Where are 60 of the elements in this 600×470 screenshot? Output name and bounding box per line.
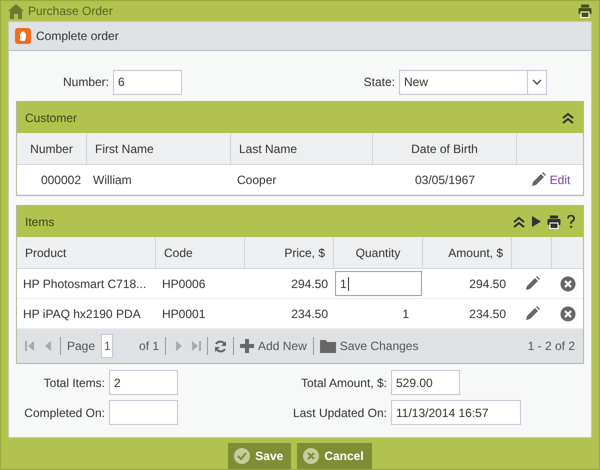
page-label: Page xyxy=(67,339,96,353)
plus-icon xyxy=(240,339,254,353)
quantity-field[interactable]: 1 xyxy=(335,271,422,296)
number-field[interactable]: 6 xyxy=(113,70,182,94)
window-title: Purchase Order xyxy=(28,4,114,18)
column-header[interactable]: Date of Birth xyxy=(373,133,517,165)
column-header[interactable]: Amount, $ xyxy=(423,237,512,269)
add-new-button[interactable]: Add New xyxy=(240,339,307,353)
collapse-icon[interactable] xyxy=(561,112,575,124)
pencil-icon[interactable] xyxy=(530,172,546,188)
save-button[interactable]: Save xyxy=(228,443,292,469)
total-field[interactable]: 11/13/2014 16:57 xyxy=(391,400,521,425)
section-title: Customer xyxy=(25,110,78,124)
table-cell: 294.50 xyxy=(245,269,334,299)
close-icon xyxy=(303,448,320,464)
state-dropdown[interactable]: New xyxy=(399,70,547,94)
column-header[interactable]: Code xyxy=(156,237,245,269)
chevron-down-icon xyxy=(532,79,542,85)
refresh-icon[interactable] xyxy=(214,340,228,352)
delete-icon[interactable] xyxy=(560,306,576,322)
pencil-icon[interactable] xyxy=(524,306,540,322)
play-icon[interactable] xyxy=(532,216,541,227)
print-icon[interactable] xyxy=(578,4,592,18)
table-cell: 294.50 xyxy=(423,269,512,299)
field-label: Total Items: xyxy=(42,376,106,390)
total-field[interactable]: 529.00 xyxy=(391,370,460,395)
print-icon[interactable] xyxy=(547,214,561,228)
page-field[interactable]: 1 xyxy=(101,334,114,358)
check-icon xyxy=(234,448,250,464)
table-cell: Cooper xyxy=(231,165,373,195)
save-changes-button[interactable]: Save Changes xyxy=(320,339,418,353)
cancel-button[interactable]: Cancel xyxy=(297,443,372,469)
pager-summary: 1 - 2 of 2 xyxy=(528,339,575,353)
column-header[interactable]: Number xyxy=(17,133,87,165)
field-label: Completed On: xyxy=(23,406,106,420)
summary-field[interactable]: 2 xyxy=(109,370,178,395)
collapse-icon[interactable] xyxy=(512,216,526,228)
complete-order-action[interactable]: Complete order xyxy=(36,29,119,43)
table-cell: William xyxy=(87,165,231,195)
table-cell: 03/05/1967 xyxy=(373,165,517,195)
column-header[interactable]: Last Name xyxy=(231,133,373,165)
column-header[interactable]: Quantity xyxy=(334,237,423,269)
folder-icon xyxy=(320,339,336,353)
column-header[interactable]: Product xyxy=(17,237,156,269)
pencil-icon[interactable] xyxy=(524,276,540,292)
column-header[interactable]: First Name xyxy=(87,133,231,165)
hand-icon[interactable] xyxy=(15,28,31,44)
table-cell: 000002 xyxy=(17,165,87,195)
section-title: Items xyxy=(25,214,56,228)
column-header[interactable]: Price, $ xyxy=(245,237,334,269)
page-count: of 1 xyxy=(139,339,160,353)
edit-link[interactable]: Edit xyxy=(550,172,570,186)
delete-icon[interactable] xyxy=(560,276,576,292)
field-label: State: xyxy=(362,75,396,89)
table-cell: HP Photosmart C718... xyxy=(17,269,156,299)
table-cell: HP0006 xyxy=(156,269,245,299)
field-label: Total Amount, $: xyxy=(300,376,388,390)
field-label: Last Updated On: xyxy=(292,406,388,420)
field-label: Number: xyxy=(62,75,110,89)
help-icon[interactable] xyxy=(567,215,575,228)
